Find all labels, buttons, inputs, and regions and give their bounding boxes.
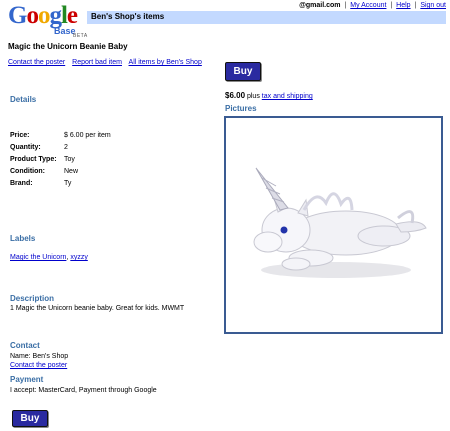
detail-row: Brand: Ty <box>10 178 111 190</box>
all-items-link[interactable]: All items by Ben's Shop <box>129 59 202 66</box>
logo-letter: G <box>8 2 27 29</box>
detail-label: Condition: <box>10 168 45 175</box>
logo-letter: e <box>66 2 78 29</box>
logo-letter: o <box>26 2 38 29</box>
detail-label: Price: <box>10 132 30 139</box>
nav-separator: | <box>344 2 347 9</box>
buy-button[interactable]: Buy <box>225 62 261 81</box>
buy-button-bottom[interactable]: Buy <box>12 410 48 427</box>
page-title: Ben's Shop's items <box>91 12 165 21</box>
price-line: $6.00 plus tax and shipping <box>225 91 313 100</box>
description-text: 1 Magic the Unicorn beanie baby. Great f… <box>10 305 185 312</box>
sign-out-link[interactable]: Sign out <box>420 2 446 9</box>
contact-name: Name: Ben's Shop <box>10 353 69 360</box>
detail-row: Price: $ 6.00 per item <box>10 130 111 142</box>
tax-shipping-link[interactable]: tax and shipping <box>262 93 313 100</box>
contact-heading: Contact <box>10 341 40 350</box>
user-email: @gmail.com <box>299 2 341 9</box>
item-title: Magic the Unicorn Beanie Baby <box>8 42 128 51</box>
price-value: $6.00 <box>225 91 246 100</box>
google-base-logo[interactable]: Google Base BETA <box>8 3 88 41</box>
item-action-links: Contact the poster Report bad item All i… <box>8 59 207 66</box>
logo-letter: o <box>37 2 50 29</box>
nav-separator: | <box>414 2 417 9</box>
detail-value: 2 <box>64 144 68 151</box>
detail-value: $ 6.00 per item <box>64 132 111 139</box>
label-link[interactable]: Magic the Unicorn <box>10 254 66 261</box>
logo-letter: g <box>49 2 61 29</box>
labels-list: Magic the Unicorn, xyzzy <box>10 254 88 261</box>
detail-label: Product Type: <box>10 156 57 163</box>
logo-beta-text: BETA <box>73 33 88 39</box>
detail-row: Quantity: 2 <box>10 142 111 154</box>
pictures-heading: Pictures <box>225 104 257 113</box>
payment-text: I accept: MasterCard, Payment through Go… <box>10 387 157 394</box>
payment-heading: Payment <box>10 375 44 384</box>
detail-value: Toy <box>64 156 75 163</box>
contact-poster-link-bottom[interactable]: Contact the poster <box>10 362 67 369</box>
top-navigation: @gmail.com | My Account | Help | Sign ou… <box>299 2 446 9</box>
contact-poster-link[interactable]: Contact the poster <box>8 59 65 66</box>
details-table: Price: $ 6.00 per item Quantity: 2 Produ… <box>10 130 111 190</box>
description-heading: Description <box>10 294 55 303</box>
unicorn-image <box>253 167 427 278</box>
detail-row: Product Type: Toy <box>10 154 111 166</box>
item-picture[interactable] <box>224 116 443 334</box>
labels-heading: Labels <box>10 234 36 243</box>
logo-word: Google <box>8 3 86 28</box>
report-bad-item-link[interactable]: Report bad item <box>72 59 122 66</box>
page-title-bar: Ben's Shop's items <box>87 11 446 24</box>
label-link[interactable]: xyzzy <box>70 254 88 261</box>
price-plus-text: plus <box>246 93 260 100</box>
detail-value: Ty <box>64 180 72 187</box>
contact-link-wrap: Contact the poster <box>10 362 67 369</box>
my-account-link[interactable]: My Account <box>350 2 386 9</box>
nav-separator: | <box>390 2 393 9</box>
detail-label: Quantity: <box>10 144 41 151</box>
detail-value: New <box>64 168 79 175</box>
help-link[interactable]: Help <box>396 2 410 9</box>
detail-row: Condition: New <box>10 166 111 178</box>
details-heading: Details <box>10 95 37 104</box>
detail-label: Brand: <box>10 180 33 187</box>
